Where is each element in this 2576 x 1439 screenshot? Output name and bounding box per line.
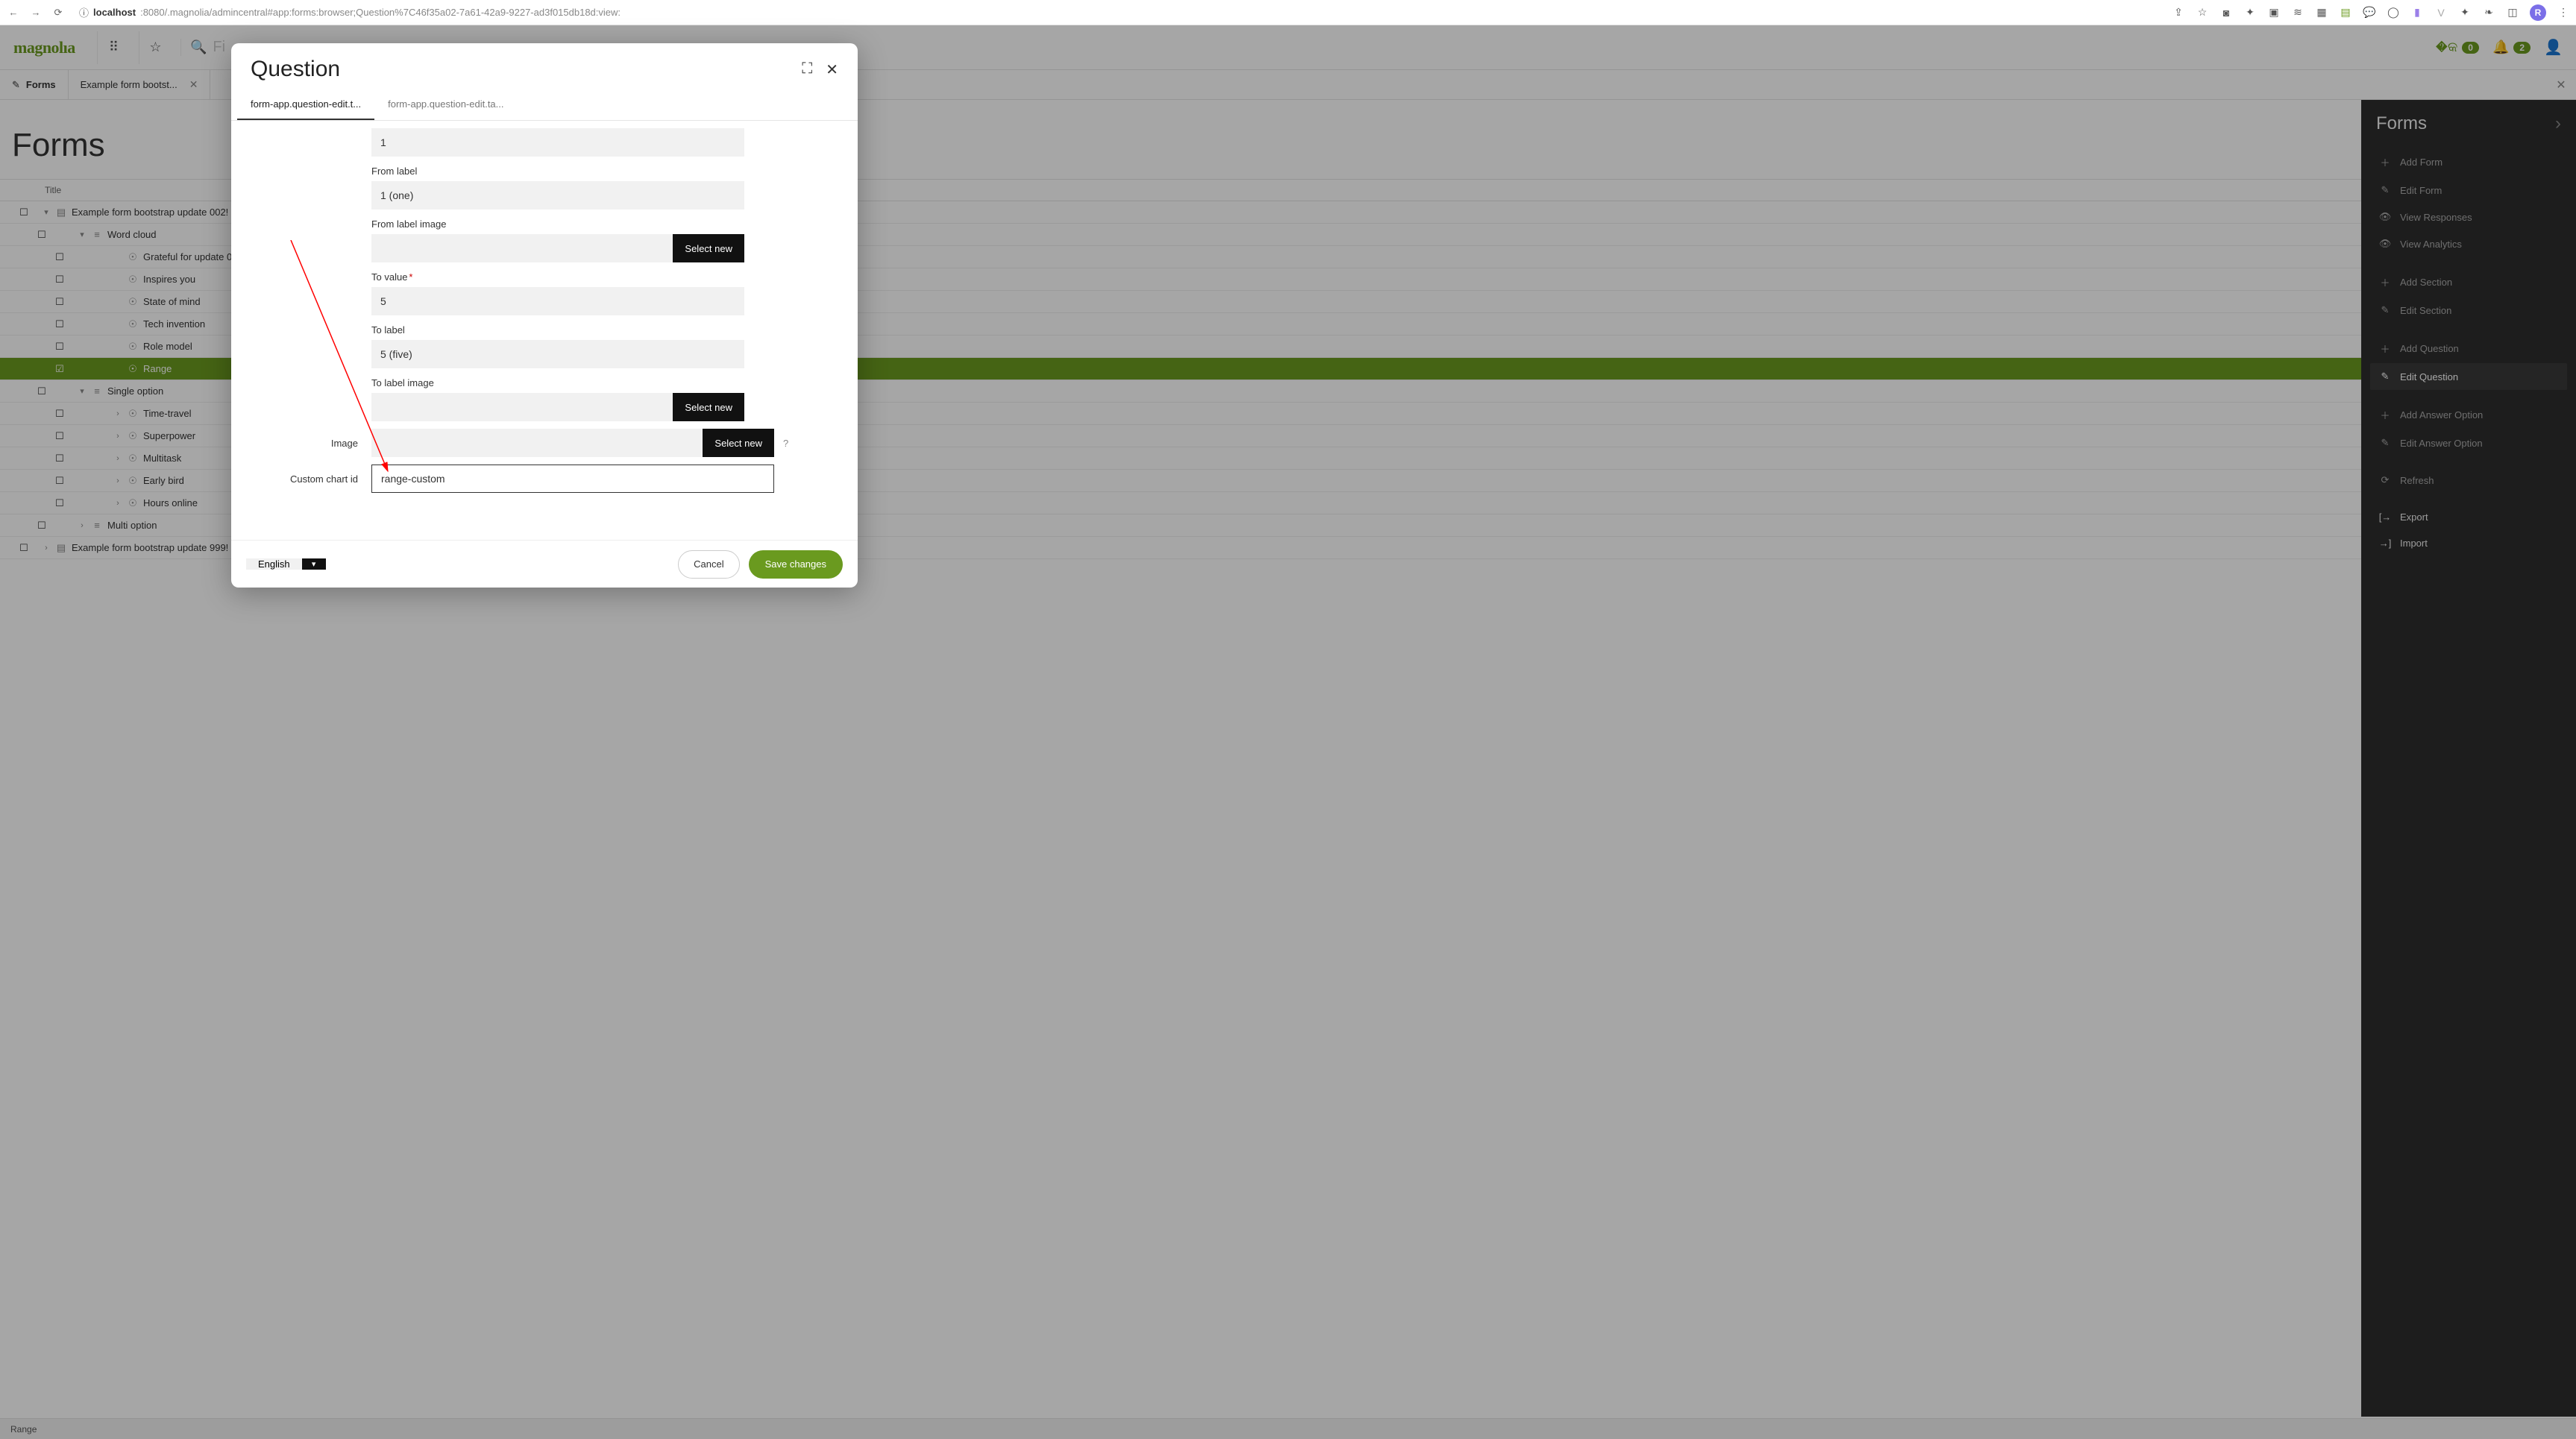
image-box	[371, 429, 703, 457]
stack-icon[interactable]: ≋	[2291, 6, 2305, 19]
reload-icon[interactable]: ⟳	[51, 5, 66, 20]
camera-icon[interactable]: ◙	[2220, 6, 2233, 19]
vue-icon[interactable]: V	[2434, 6, 2448, 19]
custom-chart-id-label: Custom chart id	[276, 473, 371, 485]
dialog-footer: English ▾ Cancel Save changes	[231, 540, 858, 588]
image-label: Image	[276, 438, 371, 449]
url-bar[interactable]: ⓘ localhost :8080/.magnolia/admincentral…	[73, 2, 2164, 22]
star-icon[interactable]: ☆	[2196, 6, 2209, 19]
chevron-down-icon: ▾	[302, 558, 326, 570]
to-label-input[interactable]	[371, 340, 744, 368]
circle-icon[interactable]: ◯	[2387, 6, 2400, 19]
url-rest: :8080/.magnolia/admincentral#app:forms:b…	[140, 7, 621, 18]
sheet-icon[interactable]: ▤	[2339, 6, 2352, 19]
to-value-input[interactable]	[371, 287, 744, 315]
dialog-tabs: form-app.question-edit.t... form-app.que…	[231, 89, 858, 121]
language-value: English	[246, 558, 302, 570]
send-icon[interactable]: ✦	[2243, 6, 2257, 19]
dialog-tab-1[interactable]: form-app.question-edit.t...	[237, 89, 374, 120]
avatar[interactable]: R	[2530, 4, 2546, 21]
kebab-icon[interactable]: ⋮	[2557, 6, 2570, 19]
info-icon: ⓘ	[79, 5, 89, 19]
dialog-title: Question	[251, 57, 340, 82]
dialog-body: From label From label image Select new T…	[231, 121, 858, 540]
to-label-label: To label	[371, 318, 813, 340]
to-label-image-box	[371, 393, 673, 421]
question-dialog: Question ⛶ ✕ form-app.question-edit.t...…	[231, 43, 858, 588]
browser-chrome: ← → ⟳ ⓘ localhost :8080/.magnolia/adminc…	[0, 0, 2576, 25]
save-button[interactable]: Save changes	[749, 550, 843, 579]
cancel-button[interactable]: Cancel	[678, 550, 739, 579]
share-icon[interactable]: ⇪	[2172, 6, 2185, 19]
expand-icon[interactable]: ⛶	[802, 60, 812, 79]
select-new-button[interactable]: Select new	[673, 234, 744, 262]
browser-right-icons: ⇪ ☆ ◙ ✦ ▣ ≋ ▦ ▤ 💬 ◯ ▮ V ✦ ❧ ◫ R ⋮	[2172, 4, 2570, 21]
select-new-button[interactable]: Select new	[673, 393, 744, 421]
panel-icon[interactable]: ◫	[2506, 6, 2519, 19]
grid-icon[interactable]: ▦	[2315, 6, 2328, 19]
back-icon[interactable]: ←	[6, 5, 21, 20]
dialog-tab-2[interactable]: form-app.question-edit.ta...	[374, 89, 517, 120]
device-icon[interactable]: ▣	[2267, 6, 2281, 19]
to-value-label: To value*	[371, 265, 813, 287]
from-value-input[interactable]	[371, 128, 744, 157]
flag-icon[interactable]: ▮	[2410, 6, 2424, 19]
to-label-image-label: To label image	[371, 371, 813, 393]
url-host: localhost	[93, 7, 136, 18]
dialog-header: Question ⛶ ✕	[231, 43, 858, 89]
select-new-button[interactable]: Select new	[703, 429, 774, 457]
language-select[interactable]: English ▾	[246, 558, 326, 570]
close-icon[interactable]: ✕	[826, 60, 838, 79]
forward-icon[interactable]: →	[28, 5, 43, 20]
puzzle-icon[interactable]: ✦	[2458, 6, 2472, 19]
from-label-image-box	[371, 234, 673, 262]
chat-icon[interactable]: 💬	[2363, 6, 2376, 19]
help-icon[interactable]: ?	[783, 438, 788, 449]
from-label-image-label: From label image	[371, 212, 813, 234]
from-label-input[interactable]	[371, 181, 744, 210]
custom-chart-id-input[interactable]	[371, 465, 774, 493]
leaf-icon[interactable]: ❧	[2482, 6, 2495, 19]
from-label-label: From label	[371, 160, 813, 181]
